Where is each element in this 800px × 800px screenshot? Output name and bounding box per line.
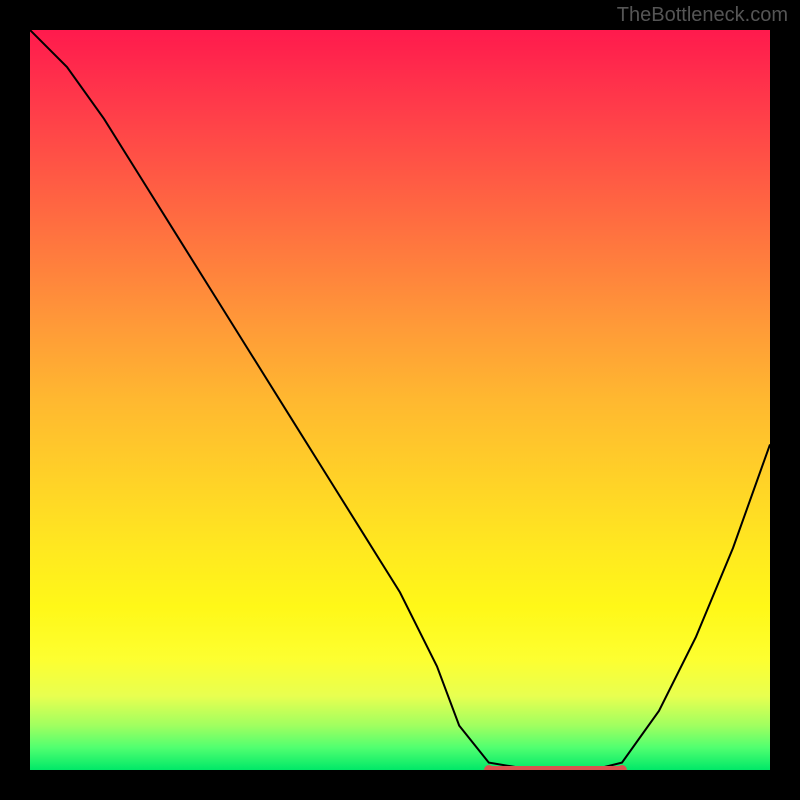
highlight-marker <box>484 765 494 770</box>
plot-area <box>30 30 770 770</box>
highlight-marker <box>617 765 627 770</box>
watermark-text: TheBottleneck.com <box>617 4 788 27</box>
curve-line <box>30 30 770 770</box>
curve-svg <box>30 30 770 770</box>
highlight-segment <box>489 766 622 770</box>
